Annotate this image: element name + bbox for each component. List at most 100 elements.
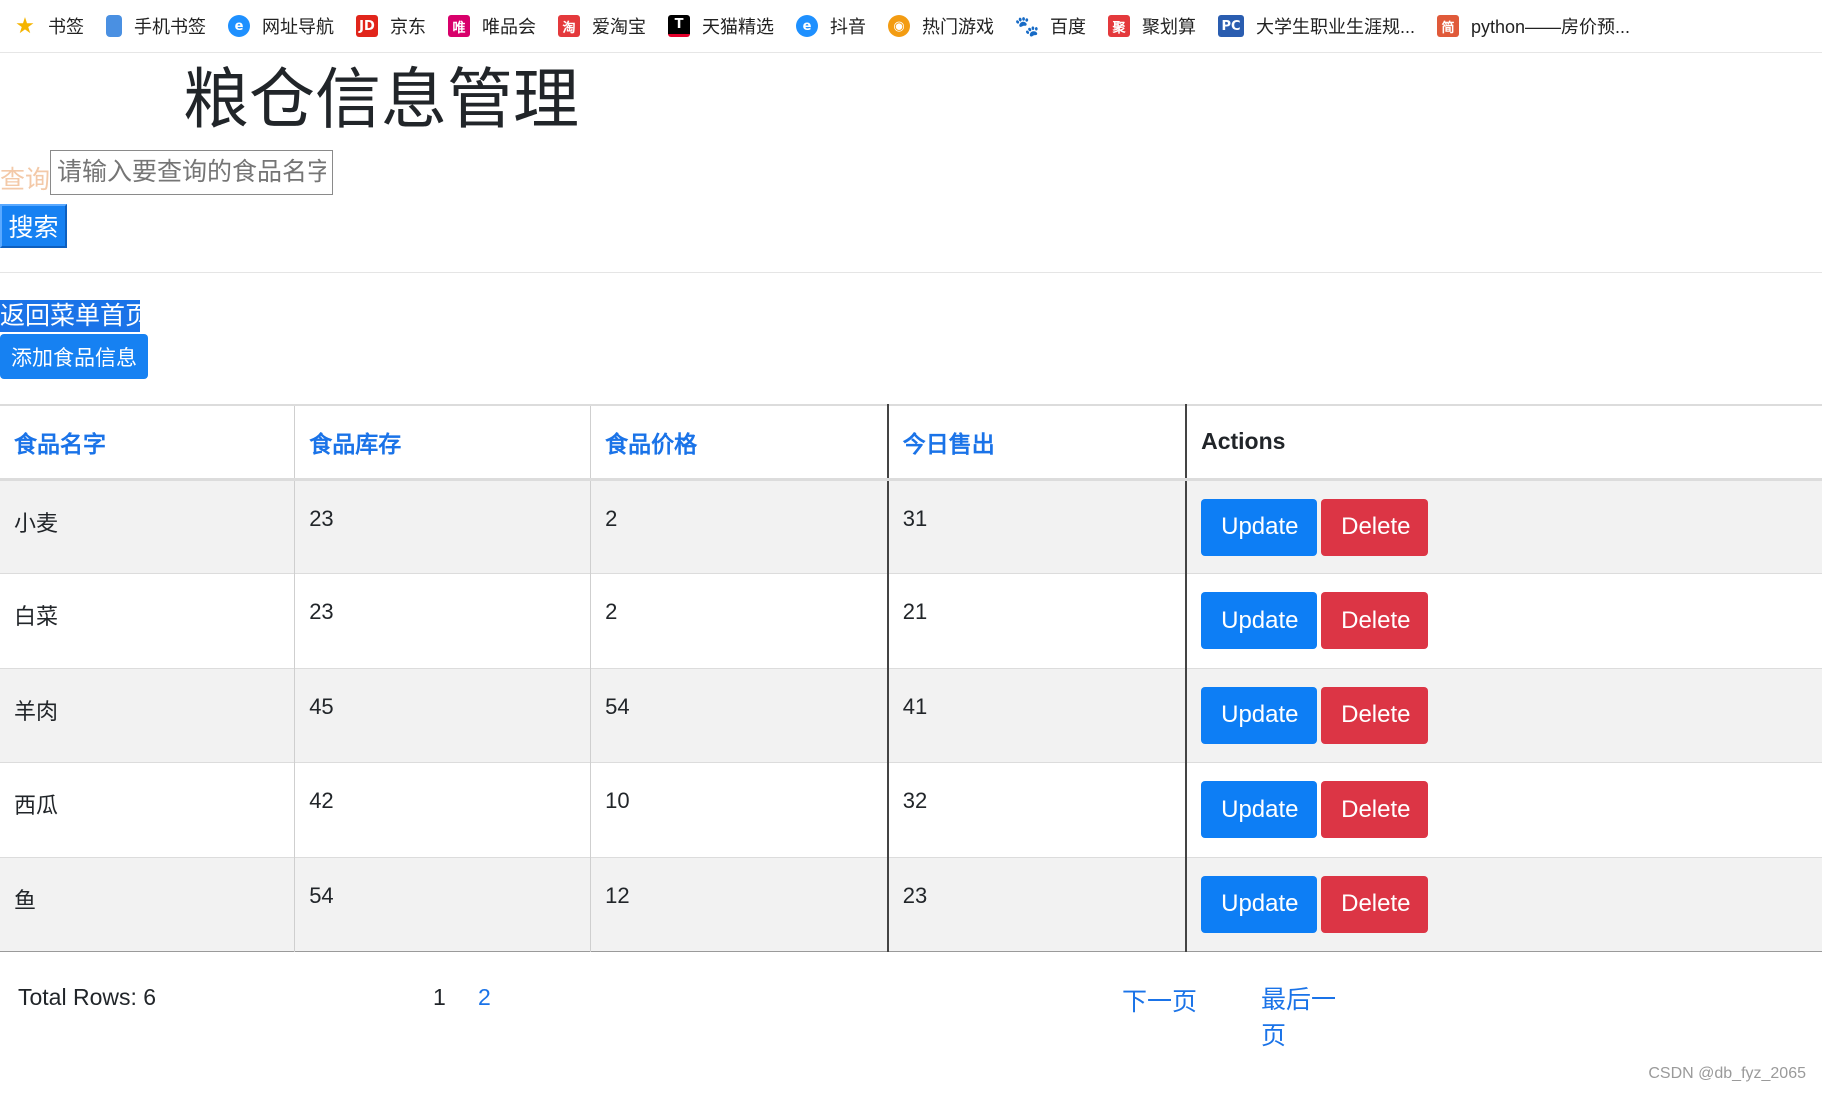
bookmark-item[interactable]: 🐾 百度 xyxy=(1014,13,1086,39)
cell-food-stock: 23 xyxy=(294,573,591,669)
bookmark-label: 天猫精选 xyxy=(702,17,774,37)
bookmark-item[interactable]: 手机书签 xyxy=(106,13,206,39)
header-food-price-link[interactable]: 食品价格 xyxy=(605,431,697,457)
bookmark-label: 热门游戏 xyxy=(922,17,994,37)
taobao-icon: 淘 xyxy=(558,15,580,37)
delete-button[interactable]: Delete xyxy=(1321,686,1429,744)
cell-sold-today: 21 xyxy=(886,573,1187,669)
search-button[interactable]: 搜索 xyxy=(0,204,67,248)
cell-food-stock: 23 xyxy=(294,479,591,574)
cell-food-price: 2 xyxy=(590,479,888,574)
cell-sold-today: 41 xyxy=(886,668,1187,763)
bookmark-item[interactable]: ◉ 热门游戏 xyxy=(888,13,994,39)
header-sold-today[interactable]: 今日售出 xyxy=(886,405,1187,479)
bookmark-label: 手机书签 xyxy=(134,17,206,37)
table-row: 鱼 54 12 23 Update Delete xyxy=(0,857,1822,952)
bookmark-label: 百度 xyxy=(1050,17,1086,37)
bookmark-label: 聚划算 xyxy=(1142,17,1196,37)
bookmark-label: 网址导航 xyxy=(262,17,334,37)
browser-icon: e xyxy=(228,15,250,37)
table-row: 西瓜 42 10 32 Update Delete xyxy=(0,762,1822,858)
bookmark-item[interactable]: 聚聚划算 xyxy=(1108,13,1196,39)
header-food-name-link[interactable]: 食品名字 xyxy=(14,431,106,457)
star-icon: ★ xyxy=(15,13,35,39)
bookmark-item[interactable]: JD 京东 xyxy=(356,13,426,39)
delete-button[interactable]: Delete xyxy=(1321,592,1429,650)
baidu-icon: 🐾 xyxy=(1014,14,1040,38)
cell-sold-today: 32 xyxy=(886,762,1187,858)
header-food-stock[interactable]: 食品库存 xyxy=(294,405,591,479)
cell-sold-today: 23 xyxy=(886,857,1187,952)
table-row: 白菜 23 2 21 Update Delete xyxy=(0,573,1822,669)
cell-food-price: 54 xyxy=(590,668,888,763)
update-button[interactable]: Update xyxy=(1201,781,1318,839)
header-actions: Actions xyxy=(1185,405,1822,479)
search-label: 查询 xyxy=(0,166,51,194)
game-icon: ◉ xyxy=(888,15,910,37)
bookmark-item[interactable]: e 抖音 xyxy=(796,13,866,39)
bookmark-item[interactable]: T 天猫精选 xyxy=(668,13,774,39)
update-button[interactable]: Update xyxy=(1201,875,1318,933)
last-page-link[interactable]: 最后一页 xyxy=(1261,982,1341,1054)
header-food-name[interactable]: 食品名字 xyxy=(0,405,295,479)
cell-actions: Update Delete xyxy=(1185,762,1822,858)
cell-food-name: 白菜 xyxy=(14,604,59,630)
bookmark-label: python——房价预... xyxy=(1471,17,1631,37)
cell-food-name: 西瓜 xyxy=(14,793,59,819)
cell-actions: Update Delete xyxy=(1185,479,1822,574)
bookmark-label: 书签 xyxy=(48,17,84,37)
add-food-button[interactable]: 添加食品信息 xyxy=(0,334,148,379)
page-number-link[interactable]: 2 xyxy=(478,984,491,1011)
cell-food-name: 羊肉 xyxy=(14,698,59,724)
cell-food-stock: 42 xyxy=(294,762,591,858)
tmall-icon: T xyxy=(668,15,690,37)
total-rows: Total Rows: 6 xyxy=(18,984,157,1010)
bookmark-item[interactable]: 淘爱淘宝 xyxy=(558,13,646,39)
bookmark-label: 爱淘宝 xyxy=(592,17,646,37)
bookmark-label: 抖音 xyxy=(830,17,866,37)
bookmark-item[interactable]: 唯唯品会 xyxy=(448,13,536,39)
header-sold-today-link[interactable]: 今日售出 xyxy=(903,431,995,457)
cell-actions: Update Delete xyxy=(1185,857,1822,952)
delete-button[interactable]: Delete xyxy=(1321,781,1429,839)
header-food-stock-link[interactable]: 食品库存 xyxy=(309,431,401,457)
back-to-menu-link[interactable]: 返回菜单首页 xyxy=(0,300,150,332)
table-row: 羊肉 45 54 41 Update Delete xyxy=(0,668,1822,763)
watermark: CSDN @db_fyz_2065 xyxy=(1648,1065,1806,1082)
bookmark-item[interactable]: ★ 书签 xyxy=(14,13,84,39)
phone-icon xyxy=(106,15,122,37)
bookmark-item[interactable]: PC 大学生职业生涯规... xyxy=(1218,13,1415,39)
next-page-link[interactable]: 下一页 xyxy=(1122,982,1197,1018)
jd-icon: JD xyxy=(356,15,378,37)
header-food-price[interactable]: 食品价格 xyxy=(590,405,888,479)
cell-food-price: 12 xyxy=(590,857,888,952)
search-input[interactable] xyxy=(50,150,333,195)
bookmark-item[interactable]: e 网址导航 xyxy=(228,13,334,39)
delete-button[interactable]: Delete xyxy=(1321,875,1429,933)
update-button[interactable]: Update xyxy=(1201,686,1318,744)
food-table: 食品名字 食品库存 食品价格 今日售出 Actions 小麦 23 2 31 Updat… xyxy=(0,404,1822,952)
bookmarks-bar: ★ 书签 手机书签 e 网址导航 JD 京东唯唯品会淘爱淘宝 T 天猫精选 e 抖音 ◉ 热门游戏 🐾 百度… xyxy=(0,0,1822,53)
table-row: 小麦 23 2 31 Update Delete xyxy=(0,479,1822,574)
bookmark-label: 大学生职业生涯规... xyxy=(1256,17,1416,37)
table-header-row: 食品名字 食品库存 食品价格 今日售出 Actions xyxy=(0,405,1822,479)
cell-food-name: 鱼 xyxy=(14,887,37,913)
cell-food-name: 小麦 xyxy=(14,510,59,536)
bookmark-label: 京东 xyxy=(390,17,426,37)
pc-icon: PC xyxy=(1218,15,1244,37)
cell-food-price: 10 xyxy=(590,762,888,858)
page-number-current: 1 xyxy=(433,984,446,1010)
update-button[interactable]: Update xyxy=(1201,498,1318,556)
cell-food-stock: 54 xyxy=(294,857,591,952)
divider xyxy=(0,272,1822,273)
cell-food-stock: 45 xyxy=(294,668,591,763)
delete-button[interactable]: Delete xyxy=(1321,498,1429,556)
vip-icon: 唯 xyxy=(448,15,470,37)
page-title: 粮仓信息管理 xyxy=(183,62,579,136)
cell-food-price: 2 xyxy=(590,573,888,669)
update-button[interactable]: Update xyxy=(1201,592,1318,650)
bookmark-label: 唯品会 xyxy=(482,17,536,37)
cell-actions: Update Delete xyxy=(1185,573,1822,669)
douyin-icon: e xyxy=(796,15,818,37)
bookmark-item[interactable]: 简 python——房价预... xyxy=(1437,13,1630,39)
